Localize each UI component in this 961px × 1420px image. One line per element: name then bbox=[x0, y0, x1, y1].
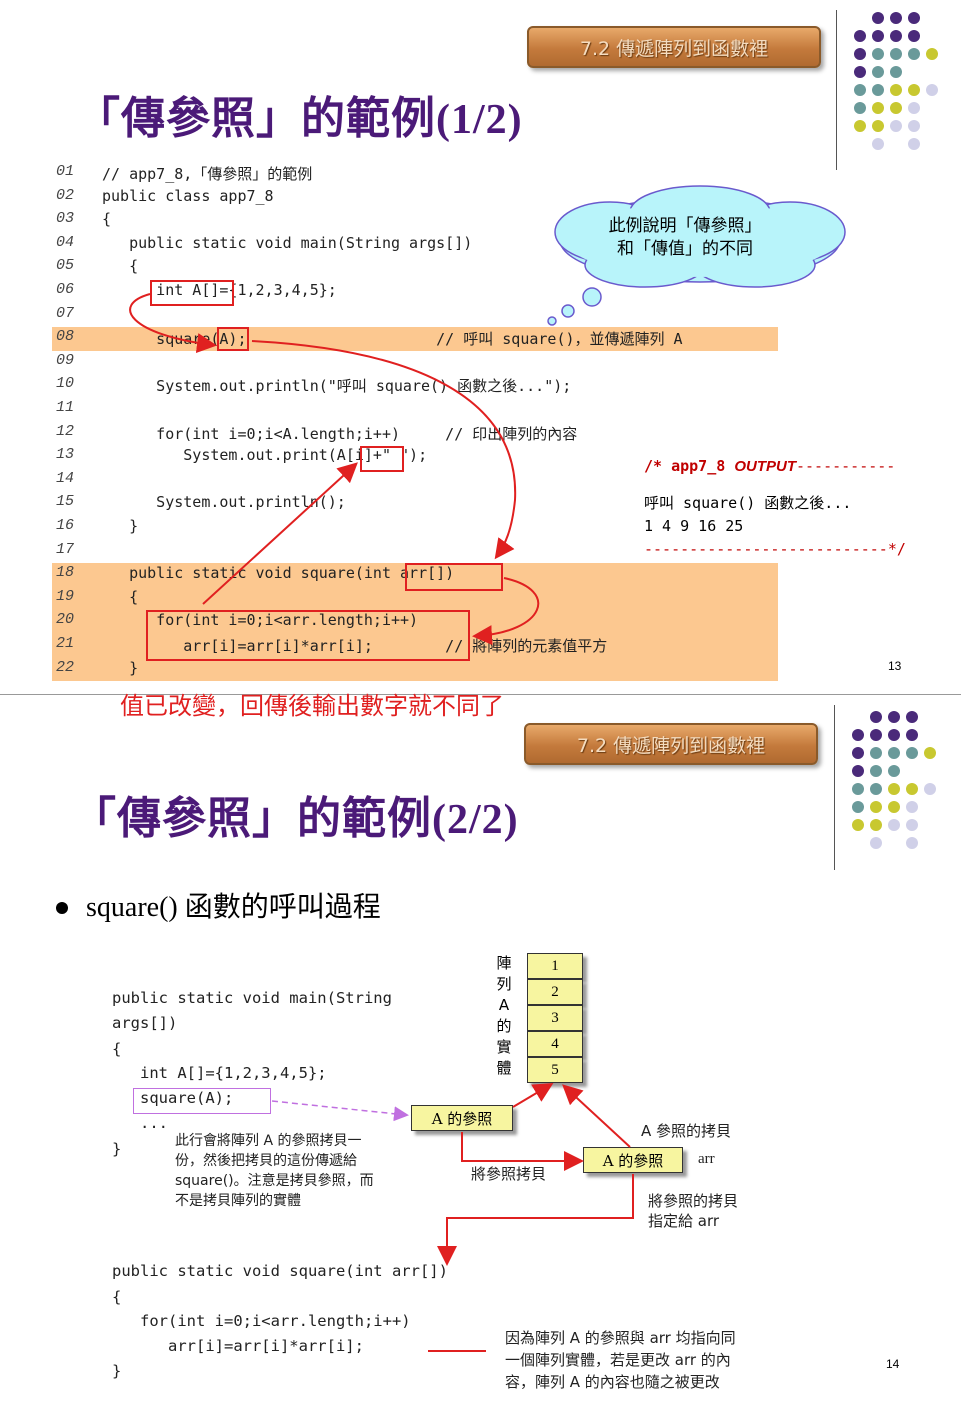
slide-13: 7.2 傳遞陣列到函數裡 「傳參照」的範例(1/2) 01// app7_8,「… bbox=[0, 0, 961, 694]
reference-arrows bbox=[129, 293, 540, 646]
slide-14: 7.2 傳遞陣列到函數裡 「傳參照」的範例(2/2) square() 函數的呼… bbox=[0, 694, 961, 1420]
slide-caption: 值已改變，回傳後輸出數字就不同了 bbox=[120, 692, 504, 720]
diagram-arrows bbox=[271, 1082, 634, 1352]
page-number: 14 bbox=[886, 1357, 900, 1371]
page-number: 13 bbox=[888, 659, 902, 673]
